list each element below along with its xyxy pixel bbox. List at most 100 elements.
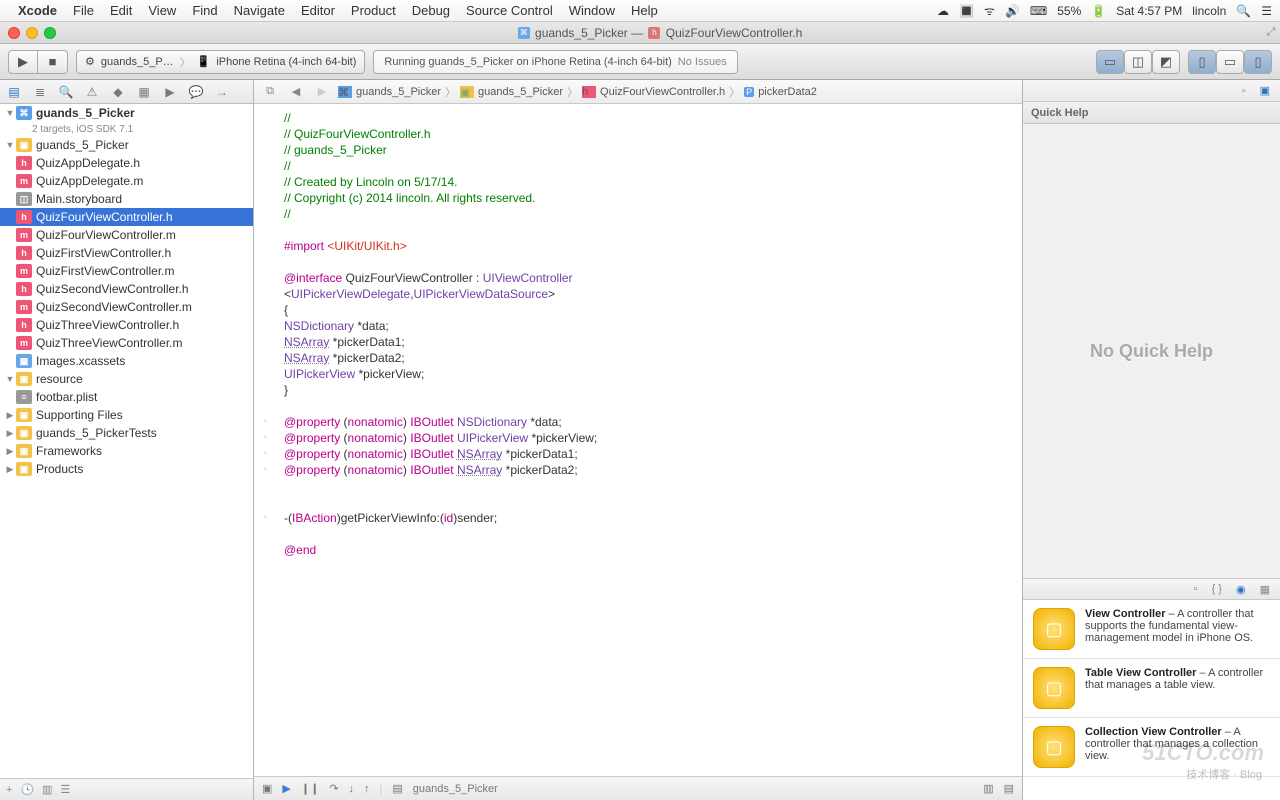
test-navigator-icon[interactable]: ◆ bbox=[110, 85, 126, 99]
menu-navigate[interactable]: Navigate bbox=[234, 3, 285, 18]
window-title: ⌘ guands_5_Picker — h QuizFourViewContro… bbox=[56, 26, 1262, 40]
notification-center-icon[interactable]: ☰ bbox=[1261, 4, 1272, 18]
library-item-icon: ▢ bbox=[1033, 667, 1075, 709]
object-library-icon[interactable]: ◉ bbox=[1236, 583, 1246, 596]
scm-filter-icon[interactable]: ▥ bbox=[42, 783, 52, 796]
related-files-icon[interactable]: ⧉ bbox=[260, 85, 280, 98]
find-navigator-icon[interactable]: 🔍 bbox=[58, 85, 74, 99]
breakpoints-icon[interactable]: ▶ bbox=[282, 782, 290, 795]
stop-button[interactable]: ■ bbox=[38, 50, 68, 74]
code-editor[interactable]: ◦◦◦◦◦ //// QuizFourViewController.h// gu… bbox=[254, 104, 1022, 776]
app-menu[interactable]: Xcode bbox=[18, 3, 57, 18]
recent-filter-icon[interactable]: 🕓 bbox=[20, 783, 34, 796]
object-library-list[interactable]: ▢View Controller – A controller that sup… bbox=[1023, 600, 1280, 800]
code-snippet-library-icon[interactable]: { } bbox=[1212, 583, 1222, 595]
menu-view[interactable]: View bbox=[148, 3, 176, 18]
status-wifi-icon[interactable]: ᯤ bbox=[984, 2, 995, 19]
tree-item[interactable]: ◫Main.storyboard bbox=[0, 190, 253, 208]
tree-item[interactable]: ▶▣Products bbox=[0, 460, 253, 478]
debug-process-name[interactable]: guands_5_Picker bbox=[413, 783, 498, 795]
arrow-icon[interactable]: → bbox=[214, 85, 230, 99]
crumb-group: guands_5_Picker bbox=[478, 86, 563, 98]
menu-product[interactable]: Product bbox=[351, 3, 396, 18]
window-fullscreen-button[interactable]: ⤢ bbox=[1262, 26, 1280, 39]
window-zoom-button[interactable] bbox=[44, 27, 56, 39]
tree-item[interactable]: ▶▣guands_5_PickerTests bbox=[0, 424, 253, 442]
view-segment: ▯ ▭ ▯ bbox=[1188, 50, 1272, 74]
menu-edit[interactable]: Edit bbox=[110, 3, 132, 18]
status-cloud-icon[interactable]: ☁ bbox=[937, 4, 949, 18]
debug-thread-icon[interactable]: ▤ bbox=[392, 782, 402, 795]
library-item[interactable]: ▢Table View Controller – A controller th… bbox=[1023, 659, 1280, 718]
toggle-debug-button[interactable]: ▭ bbox=[1216, 50, 1244, 74]
menu-help[interactable]: Help bbox=[631, 3, 658, 18]
report-navigator-icon[interactable]: 💬 bbox=[188, 85, 204, 99]
project-doc-icon: ⌘ bbox=[518, 27, 530, 39]
status-input-icon[interactable]: ⌨ bbox=[1030, 4, 1047, 18]
toggle-navigator-button[interactable]: ▯ bbox=[1188, 50, 1216, 74]
file-inspector-icon[interactable]: ▫ bbox=[1242, 85, 1246, 97]
library-item[interactable]: ▢Collection View Controller – A controll… bbox=[1023, 718, 1280, 777]
console-view-icon[interactable]: ▤ bbox=[1004, 782, 1014, 795]
run-button[interactable]: ▶ bbox=[8, 50, 38, 74]
tree-item[interactable]: ▼▣guands_5_Picker bbox=[0, 136, 253, 154]
breadcrumb[interactable]: ⌘guands_5_Picker 〉 ▣guands_5_Picker 〉 hQ… bbox=[338, 84, 817, 100]
add-button[interactable]: + bbox=[6, 784, 12, 796]
tree-item[interactable]: hQuizSecondViewController.h bbox=[0, 280, 253, 298]
menu-source-control[interactable]: Source Control bbox=[466, 3, 553, 18]
tree-item[interactable]: mQuizSecondViewController.m bbox=[0, 298, 253, 316]
tree-item[interactable]: mQuizFourViewController.m bbox=[0, 226, 253, 244]
tree-item[interactable]: hQuizAppDelegate.h bbox=[0, 154, 253, 172]
step-into-icon[interactable]: ↓ bbox=[349, 783, 355, 795]
media-library-icon[interactable]: ▦ bbox=[1260, 583, 1270, 596]
library-item[interactable]: ▢View Controller – A controller that sup… bbox=[1023, 600, 1280, 659]
status-user[interactable]: lincoln bbox=[1192, 4, 1226, 18]
back-button[interactable]: ◀ bbox=[286, 85, 306, 98]
status-clock[interactable]: Sat 4:57 PM bbox=[1116, 4, 1182, 18]
tree-item[interactable]: hQuizFirstViewController.h bbox=[0, 244, 253, 262]
forward-button[interactable]: ▶ bbox=[312, 85, 332, 98]
tree-item[interactable]: mQuizThreeViewController.m bbox=[0, 334, 253, 352]
menu-window[interactable]: Window bbox=[569, 3, 615, 18]
step-over-icon[interactable]: ↷ bbox=[329, 782, 338, 795]
window-minimize-button[interactable] bbox=[26, 27, 38, 39]
standard-editor-button[interactable]: ▭ bbox=[1096, 50, 1124, 74]
symbol-navigator-icon[interactable]: ≣ bbox=[32, 85, 48, 99]
toggle-debug-area-icon[interactable]: ▣ bbox=[262, 782, 272, 795]
breakpoint-navigator-icon[interactable]: ▶ bbox=[162, 85, 178, 99]
menu-debug[interactable]: Debug bbox=[412, 3, 450, 18]
tree-item[interactable]: ≡footbar.plist bbox=[0, 388, 253, 406]
tree-item[interactable]: mQuizFirstViewController.m bbox=[0, 262, 253, 280]
menu-find[interactable]: Find bbox=[192, 3, 217, 18]
quick-help-inspector-icon[interactable]: ▣ bbox=[1260, 84, 1270, 97]
menu-editor[interactable]: Editor bbox=[301, 3, 335, 18]
tree-item[interactable]: mQuizAppDelegate.m bbox=[0, 172, 253, 190]
issue-navigator-icon[interactable]: ⚠ bbox=[84, 85, 100, 99]
project-root[interactable]: ▼⌘ guands_5_Picker bbox=[0, 104, 253, 122]
status-battery-icon[interactable]: 🔳 bbox=[959, 4, 974, 18]
filter-field-icon[interactable]: ☰ bbox=[61, 783, 71, 796]
tree-item[interactable]: hQuizFourViewController.h bbox=[0, 208, 253, 226]
step-out-icon[interactable]: ↑ bbox=[364, 783, 370, 795]
file-template-library-icon[interactable]: ▫ bbox=[1194, 583, 1198, 595]
menu-file[interactable]: File bbox=[73, 3, 94, 18]
tree-item[interactable]: ▶▣Frameworks bbox=[0, 442, 253, 460]
tree-item[interactable]: ▦Images.xcassets bbox=[0, 352, 253, 370]
variables-view-icon[interactable]: ▥ bbox=[983, 782, 993, 795]
window-close-button[interactable] bbox=[8, 27, 20, 39]
assistant-editor-button[interactable]: ◫ bbox=[1124, 50, 1152, 74]
toggle-utilities-button[interactable]: ▯ bbox=[1244, 50, 1272, 74]
scheme-selector[interactable]: ⚙ guands_5_P… 〉 📱 iPhone Retina (4-inch … bbox=[76, 50, 365, 74]
debug-navigator-icon[interactable]: ▦ bbox=[136, 85, 152, 99]
traffic-lights bbox=[8, 27, 56, 39]
project-tree[interactable]: ▼⌘ guands_5_Picker 2 targets, iOS SDK 7.… bbox=[0, 104, 253, 778]
jump-bar[interactable]: ⧉ ◀ ▶ ⌘guands_5_Picker 〉 ▣guands_5_Picke… bbox=[254, 80, 1022, 104]
project-navigator-icon[interactable]: ▤ bbox=[6, 85, 22, 99]
tree-item[interactable]: ▶▣Supporting Files bbox=[0, 406, 253, 424]
tree-item[interactable]: hQuizThreeViewController.h bbox=[0, 316, 253, 334]
version-editor-button[interactable]: ◩ bbox=[1152, 50, 1180, 74]
spotlight-icon[interactable]: 🔍 bbox=[1236, 4, 1251, 18]
status-volume-icon[interactable]: 🔊 bbox=[1005, 4, 1020, 18]
tree-item[interactable]: ▼▣resource bbox=[0, 370, 253, 388]
continue-icon[interactable]: ❙❙ bbox=[301, 782, 319, 795]
